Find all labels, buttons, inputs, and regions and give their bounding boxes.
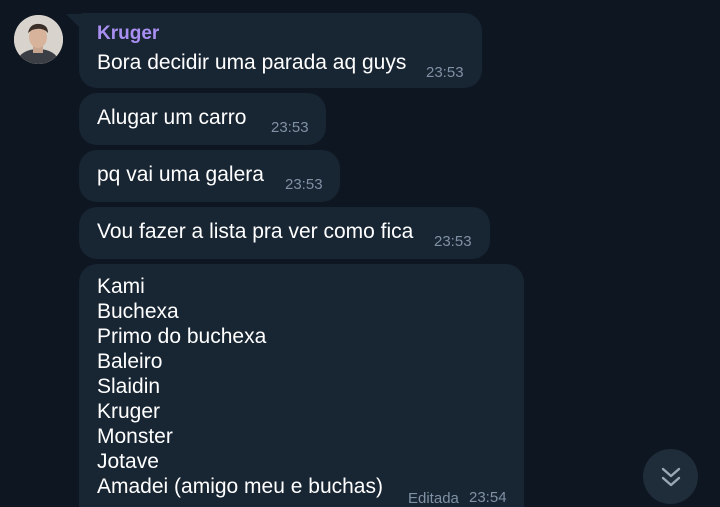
sender-name[interactable]: Kruger bbox=[97, 23, 159, 45]
chat-area: Kruger Bora decidir uma parada aq guys 2… bbox=[0, 0, 720, 507]
list-line: Primo do buchexa bbox=[97, 325, 267, 348]
list-line: Monster bbox=[97, 425, 173, 448]
double-chevron-down-icon bbox=[661, 467, 680, 486]
list-line: Jotave bbox=[97, 450, 159, 473]
bubble-tail bbox=[66, 14, 80, 28]
message-time: 23:53 bbox=[434, 233, 472, 250]
message-bubble[interactable]: pq vai uma galera 23:53 bbox=[79, 150, 340, 202]
message-text: Bora decidir uma parada aq guys bbox=[97, 51, 407, 74]
message-time: 23:53 bbox=[426, 64, 464, 81]
list-line: Slaidin bbox=[97, 375, 161, 398]
scroll-down-button[interactable] bbox=[643, 449, 698, 504]
message-bubble[interactable]: Alugar um carro 23:53 bbox=[79, 93, 326, 145]
message-list-text: Kami Buchexa Primo do buchexa Baleiro Sl… bbox=[97, 274, 383, 499]
user-avatar[interactable] bbox=[14, 15, 63, 64]
avatar-image bbox=[14, 15, 63, 64]
message-text: Vou fazer a lista pra ver como fica bbox=[97, 220, 414, 243]
message-time: 23:53 bbox=[285, 176, 323, 193]
message-text: Alugar um carro bbox=[97, 106, 247, 129]
message-text: pq vai uma galera bbox=[97, 163, 264, 186]
edited-label: Editada bbox=[408, 490, 459, 507]
message-time: 23:53 bbox=[271, 119, 309, 136]
list-line: Kami bbox=[97, 275, 145, 298]
message-bubble[interactable]: Kruger Bora decidir uma parada aq guys 2… bbox=[79, 13, 482, 88]
message-time: 23:54 bbox=[469, 489, 507, 506]
list-line: Baleiro bbox=[97, 350, 163, 373]
list-line: Amadei (amigo meu e buchas) bbox=[97, 475, 383, 498]
message-bubble[interactable]: Vou fazer a lista pra ver como fica 23:5… bbox=[79, 207, 490, 259]
list-line: Kruger bbox=[97, 400, 161, 423]
message-bubble-list[interactable]: Kami Buchexa Primo do buchexa Baleiro Sl… bbox=[79, 264, 524, 507]
list-line: Buchexa bbox=[97, 300, 179, 323]
